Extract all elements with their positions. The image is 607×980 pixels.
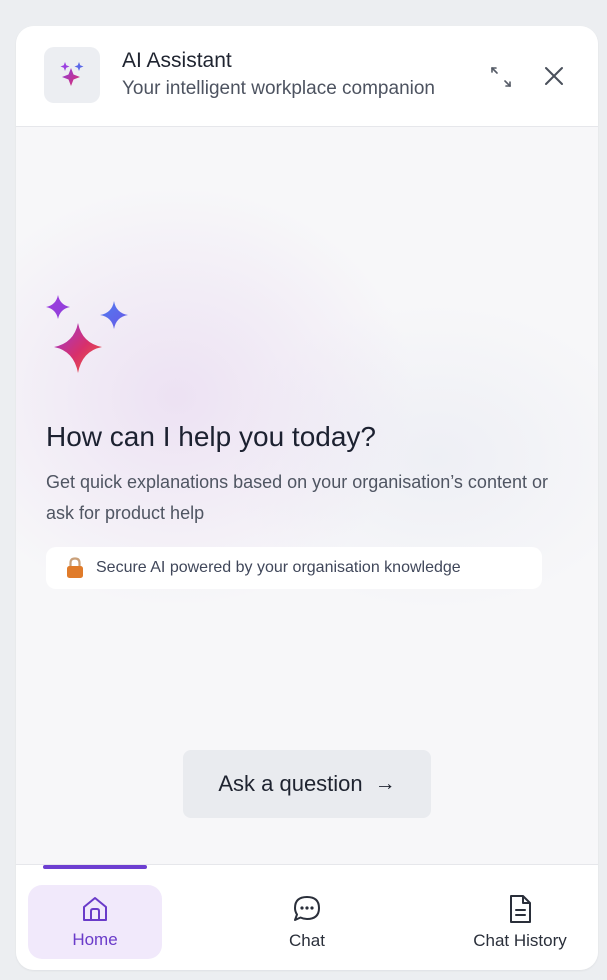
sparkles-icon <box>60 62 84 86</box>
welcome-heading: How can I help you today? <box>46 421 376 452</box>
close-icon <box>545 67 563 85</box>
nav-label-chat-history: Chat History <box>473 931 567 950</box>
home-icon <box>83 897 107 921</box>
header-subtitle: Your intelligent workplace companion <box>122 78 435 99</box>
lock-icon <box>67 557 83 578</box>
nav-item-chat[interactable]: Chat <box>256 885 358 959</box>
secure-badge: Secure AI powered by your organisation k… <box>46 547 542 589</box>
assistant-logo <box>44 47 100 103</box>
panel-header: AI Assistant Your intelligent workplace … <box>16 26 598 127</box>
close-button[interactable] <box>538 60 570 92</box>
home-content: How can I help you today? Get quick expl… <box>16 127 598 863</box>
header-title: AI Assistant <box>122 49 232 72</box>
nav-item-chat-history[interactable]: Chat History <box>450 885 590 959</box>
arrow-right-icon: → <box>374 772 396 795</box>
nav-item-home[interactable]: Home <box>28 885 162 959</box>
secure-badge-text: Secure AI powered by your organisation k… <box>96 559 461 576</box>
bottom-navigation: Home Chat Chat History <box>16 864 598 970</box>
expand-icon <box>491 67 511 87</box>
ask-question-button[interactable]: Ask a question → <box>183 750 431 818</box>
sparkles-hero-icon <box>46 295 128 373</box>
nav-label-home: Home <box>72 930 118 949</box>
active-tab-indicator <box>43 865 147 869</box>
expand-button[interactable] <box>486 62 516 92</box>
welcome-description: Get quick explanations based on your org… <box>46 472 548 523</box>
chat-bubble-icon <box>294 896 320 921</box>
ai-assistant-panel: AI Assistant Your intelligent workplace … <box>16 26 598 970</box>
nav-label-chat: Chat <box>289 931 325 950</box>
ask-question-label: Ask a question <box>218 771 363 796</box>
document-icon <box>510 895 531 923</box>
